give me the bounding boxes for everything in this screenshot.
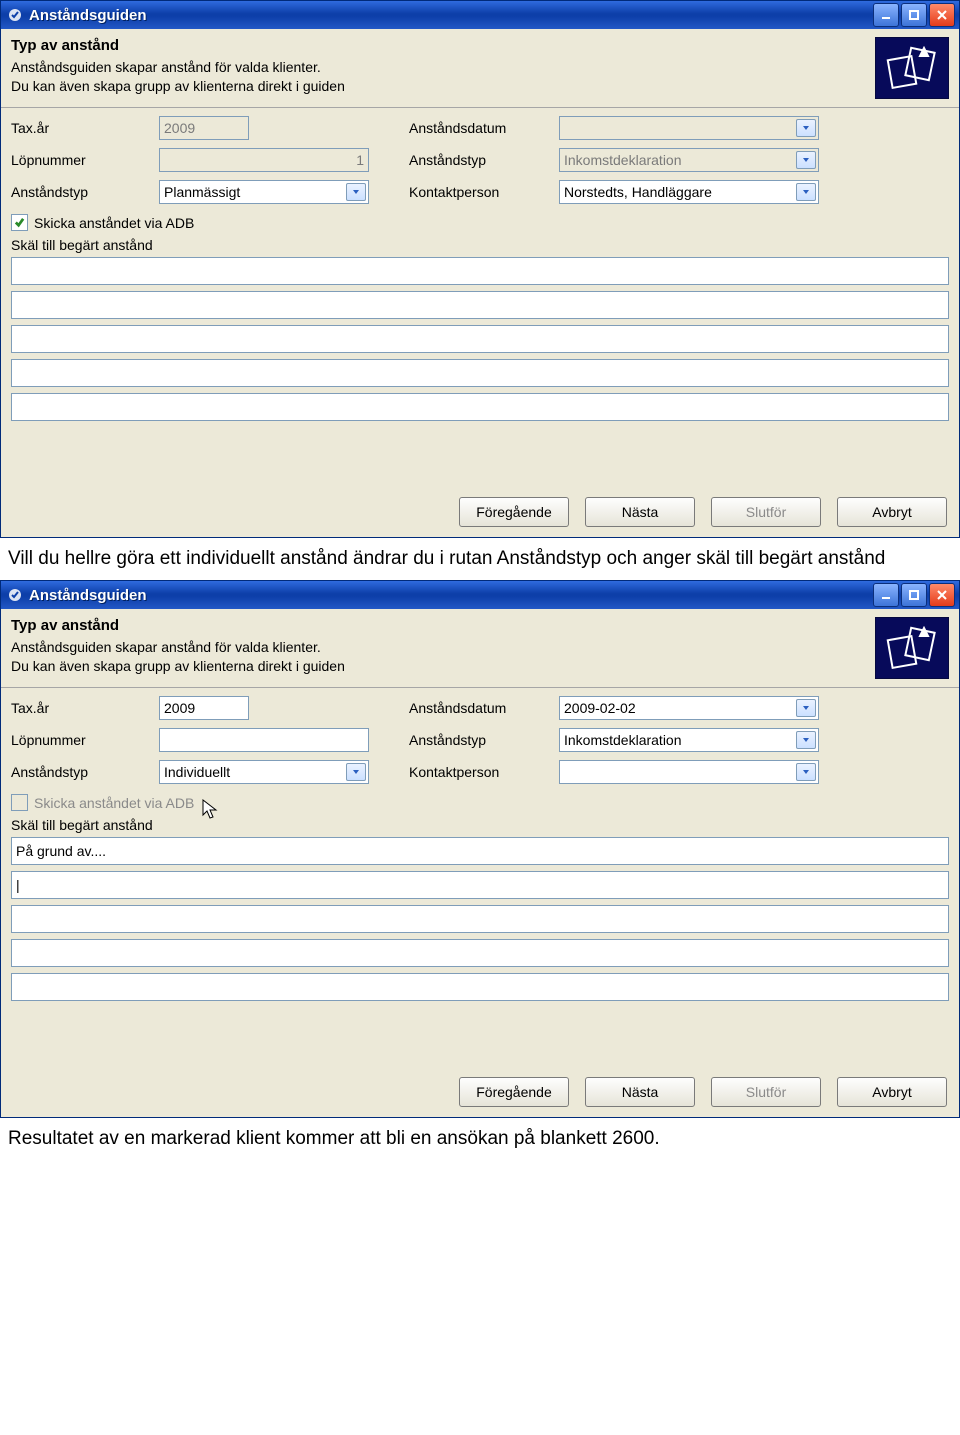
minimize-button[interactable] bbox=[873, 3, 899, 27]
label-anstandstyp2: Anståndstyp bbox=[409, 732, 559, 748]
reason-line[interactable] bbox=[11, 325, 949, 353]
kontakt-select[interactable]: Norstedts, Handläggare bbox=[559, 180, 819, 204]
window-title: Anståndsguiden bbox=[29, 587, 871, 604]
label-lopnummer: Löpnummer bbox=[11, 732, 159, 748]
label-kontakt: Kontaktperson bbox=[409, 184, 559, 200]
next-button[interactable]: Nästa bbox=[585, 1077, 695, 1107]
reason-line[interactable] bbox=[11, 939, 949, 967]
tax-ar-field: 2009 bbox=[159, 116, 249, 140]
chevron-down-icon bbox=[796, 151, 816, 169]
wizard-icon bbox=[875, 37, 949, 99]
header-desc: Anståndsguiden skapar anstånd för valda … bbox=[11, 58, 865, 96]
lopnummer-field[interactable] bbox=[159, 728, 369, 752]
chevron-down-icon bbox=[796, 119, 816, 137]
doc-mid-text: Vill du hellre göra ett individuellt ans… bbox=[8, 548, 952, 570]
app-icon bbox=[7, 587, 23, 603]
reason-label: Skäl till begärt anstånd bbox=[11, 237, 949, 253]
label-anstandstyp: Anståndstyp bbox=[11, 184, 159, 200]
finish-button: Slutför bbox=[711, 1077, 821, 1107]
app-icon bbox=[7, 7, 23, 23]
reason-line[interactable] bbox=[11, 257, 949, 285]
reason-label: Skäl till begärt anstånd bbox=[11, 817, 949, 833]
reason-line[interactable] bbox=[11, 393, 949, 421]
doc-end-text: Resultatet av en markerad klient kommer … bbox=[8, 1128, 952, 1150]
label-kontakt: Kontaktperson bbox=[409, 764, 559, 780]
header-title: Typ av anstånd bbox=[11, 617, 865, 634]
close-button[interactable] bbox=[929, 3, 955, 27]
titlebar[interactable]: Anståndsguiden bbox=[1, 1, 959, 29]
chevron-down-icon bbox=[346, 763, 366, 781]
cancel-button[interactable]: Avbryt bbox=[837, 497, 947, 527]
prev-button[interactable]: Föregående bbox=[459, 1077, 569, 1107]
finish-button: Slutför bbox=[711, 497, 821, 527]
label-tax-ar: Tax.år bbox=[11, 120, 159, 136]
label-anstandstyp: Anståndstyp bbox=[11, 764, 159, 780]
label-tax-ar: Tax.år bbox=[11, 700, 159, 716]
adb-checkbox-label: Skicka anståndet via ADB bbox=[34, 795, 194, 811]
chevron-down-icon bbox=[346, 183, 366, 201]
adb-checkbox-row[interactable]: Skicka anståndet via ADB bbox=[11, 214, 949, 231]
anstandstyp2-field[interactable]: Inkomstdeklaration bbox=[559, 148, 819, 172]
reason-line[interactable] bbox=[11, 905, 949, 933]
anstandstyp-select[interactable]: Planmässigt bbox=[159, 180, 369, 204]
wizard-window-2: Anståndsguiden Typ av anstånd Anståndsgu… bbox=[0, 580, 960, 1118]
anstandstyp2-field[interactable]: Inkomstdeklaration bbox=[559, 728, 819, 752]
window-title: Anståndsguiden bbox=[29, 7, 871, 24]
anstandsdatum-field[interactable] bbox=[559, 116, 819, 140]
next-button[interactable]: Nästa bbox=[585, 497, 695, 527]
minimize-button[interactable] bbox=[873, 583, 899, 607]
adb-checkbox-row: Skicka anståndet via ADB bbox=[11, 794, 949, 811]
label-lopnummer: Löpnummer bbox=[11, 152, 159, 168]
label-anstandsdatum: Anståndsdatum bbox=[409, 120, 559, 136]
tax-ar-field[interactable]: 2009 bbox=[159, 696, 249, 720]
adb-checkbox bbox=[11, 794, 28, 811]
reason-line[interactable] bbox=[11, 359, 949, 387]
label-anstandstyp2: Anståndstyp bbox=[409, 152, 559, 168]
chevron-down-icon bbox=[796, 763, 816, 781]
prev-button[interactable]: Föregående bbox=[459, 497, 569, 527]
chevron-down-icon bbox=[796, 699, 816, 717]
titlebar[interactable]: Anståndsguiden bbox=[1, 581, 959, 609]
close-button[interactable] bbox=[929, 583, 955, 607]
adb-checkbox[interactable] bbox=[11, 214, 28, 231]
wizard-icon bbox=[875, 617, 949, 679]
maximize-button[interactable] bbox=[901, 3, 927, 27]
adb-checkbox-label: Skicka anståndet via ADB bbox=[34, 215, 194, 231]
reason-line[interactable] bbox=[11, 291, 949, 319]
header-title: Typ av anstånd bbox=[11, 37, 865, 54]
kontakt-select[interactable] bbox=[559, 760, 819, 784]
chevron-down-icon bbox=[796, 731, 816, 749]
label-anstandsdatum: Anståndsdatum bbox=[409, 700, 559, 716]
wizard-window-1: Anståndsguiden Typ av anstånd Anståndsgu… bbox=[0, 0, 960, 538]
maximize-button[interactable] bbox=[901, 583, 927, 607]
reason-line[interactable] bbox=[11, 871, 949, 899]
reason-line[interactable]: På grund av.... bbox=[11, 837, 949, 865]
anstandstyp-select[interactable]: Individuellt bbox=[159, 760, 369, 784]
chevron-down-icon bbox=[796, 183, 816, 201]
cancel-button[interactable]: Avbryt bbox=[837, 1077, 947, 1107]
reason-line[interactable] bbox=[11, 973, 949, 1001]
anstandsdatum-field[interactable]: 2009-02-02 bbox=[559, 696, 819, 720]
header-desc: Anståndsguiden skapar anstånd för valda … bbox=[11, 638, 865, 676]
lopnummer-field: 1 bbox=[159, 148, 369, 172]
